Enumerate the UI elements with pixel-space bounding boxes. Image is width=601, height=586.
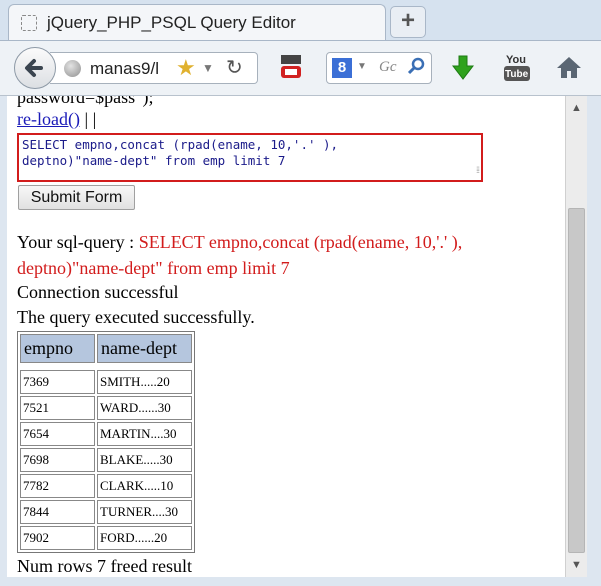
- table-row: 7654 MARTIN....30: [20, 422, 192, 446]
- search-placeholder: Gc: [379, 59, 397, 75]
- search-bar[interactable]: 8 ▼ Gc: [326, 52, 432, 84]
- cell-name-dept: BLAKE.....30: [97, 448, 192, 472]
- globe-icon: [64, 60, 81, 77]
- connection-status: Connection successful: [17, 282, 179, 302]
- cell-empno: 7782: [20, 474, 95, 498]
- page-icon: [21, 15, 37, 31]
- query-echo-line1: Your sql-query : SELECT empno,concat (rp…: [17, 232, 462, 253]
- search-engine-icon[interactable]: 8: [332, 58, 352, 78]
- url-dropdown-icon[interactable]: ▼: [202, 61, 214, 75]
- sql-query-textarea[interactable]: SELECT empno,concat (rpad(ename, 10,'.' …: [17, 133, 483, 182]
- reload-icon[interactable]: ↻: [226, 55, 243, 80]
- cell-name-dept: FORD......20: [97, 526, 192, 550]
- magnifier-icon[interactable]: [407, 57, 425, 80]
- scroll-down-icon[interactable]: ▼: [571, 559, 582, 571]
- back-button[interactable]: [14, 47, 56, 89]
- cell-empno: 7654: [20, 422, 95, 446]
- svg-text:Tube: Tube: [505, 69, 529, 80]
- cell-empno: 7844: [20, 500, 95, 524]
- window-frame-right: [587, 96, 601, 586]
- column-header-name-dept: name-dept: [97, 334, 192, 363]
- scrollbar-thumb[interactable]: [568, 208, 585, 553]
- cell-empno: 7698: [20, 448, 95, 472]
- cell-name-dept: WARD......30: [97, 396, 192, 420]
- table-row: 7844 TURNER....30: [20, 500, 192, 524]
- new-tab-button[interactable]: +: [390, 6, 426, 38]
- table-row: 7782 CLARK.....10: [20, 474, 192, 498]
- table-row: 7521 WARD......30: [20, 396, 192, 420]
- query-prefix: Your sql-query :: [17, 232, 139, 252]
- cell-name-dept: TURNER....30: [97, 500, 192, 524]
- num-rows-status: Num rows 7 freed result: [17, 556, 192, 576]
- cell-empno: 7521: [20, 396, 95, 420]
- resize-grip-icon[interactable]: ⁞⁞: [476, 163, 480, 179]
- cell-name-dept: MARTIN....30: [97, 422, 192, 446]
- execution-status: The query executed successfully.: [17, 307, 255, 327]
- reload-separator: | |: [79, 109, 97, 129]
- page-content: password=$pass"); re-load() | | SELECT e…: [7, 96, 565, 577]
- submit-form-button[interactable]: Submit Form: [18, 185, 135, 210]
- password-code-line: password=$pass");: [17, 96, 154, 107]
- window-frame-left: [0, 96, 7, 586]
- result-table: empno name-dept 7369 SMITH.....20 7521 WAR…: [17, 331, 195, 553]
- tab-strip: jQuery_PHP_PSQL Query Editor +: [0, 0, 601, 44]
- youtube-small-icon[interactable]: [280, 54, 302, 82]
- navigation-toolbar: manas9/l ★ ▼ ↻ 8 ▼ Gc You Tube: [0, 40, 601, 96]
- youtube-icon[interactable]: You Tube: [503, 51, 531, 85]
- url-text: manas9/l: [90, 59, 159, 78]
- vertical-scrollbar[interactable]: ▲ ▼: [565, 96, 587, 577]
- cell-name-dept: SMITH.....20: [97, 370, 192, 394]
- table-row: 7698 BLAKE.....30: [20, 448, 192, 472]
- spacer-row: [20, 365, 192, 368]
- query-text-part1: SELECT empno,concat (rpad(ename, 10,'.' …: [138, 232, 463, 252]
- engine-dropdown-icon[interactable]: ▼: [357, 61, 367, 72]
- svg-text:You: You: [506, 54, 526, 66]
- back-arrow-icon: [25, 59, 43, 77]
- column-header-empno: empno: [20, 334, 95, 363]
- bookmark-star-icon[interactable]: ★: [176, 55, 196, 81]
- window-frame-bottom: [0, 577, 601, 586]
- table-row: 7902 FORD......20: [20, 526, 192, 550]
- cell-name-dept: CLARK.....10: [97, 474, 192, 498]
- download-icon[interactable]: [451, 55, 475, 86]
- reload-line: re-load() | |: [17, 109, 96, 130]
- table-row: 7369 SMITH.....20: [20, 370, 192, 394]
- query-text-part2: deptno)"name-dept" from emp limit 7: [17, 258, 290, 278]
- tab-query-editor[interactable]: jQuery_PHP_PSQL Query Editor: [8, 4, 386, 44]
- table-header-row: empno name-dept: [20, 334, 192, 363]
- url-bar[interactable]: manas9/l ★ ▼ ↻: [50, 52, 258, 84]
- reload-link[interactable]: re-load(): [17, 109, 80, 129]
- scroll-up-icon[interactable]: ▲: [571, 102, 582, 114]
- cell-empno: 7369: [20, 370, 95, 394]
- tab-title: jQuery_PHP_PSQL Query Editor: [47, 13, 296, 32]
- cell-empno: 7902: [20, 526, 95, 550]
- home-icon[interactable]: [556, 55, 582, 84]
